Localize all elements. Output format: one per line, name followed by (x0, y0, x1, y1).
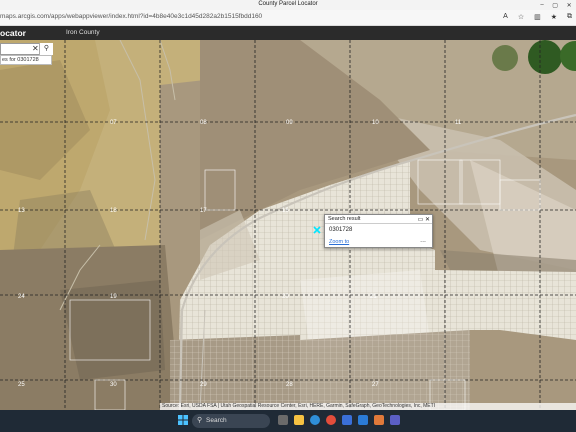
maximize-icon[interactable]: ▢ (552, 2, 558, 9)
section-label: 13 (18, 208, 25, 214)
map-attribution: Source: Esri, USDA FSA | Utah Geospatial… (160, 403, 576, 410)
section-label: 28 (286, 382, 293, 388)
section-label: 27 (372, 382, 379, 388)
favorites-icon[interactable]: ★ (551, 13, 557, 21)
search-result-popup: Search result ▭ ✕ 0301728 Zoom to ... (324, 214, 433, 248)
mail-icon[interactable] (358, 415, 368, 425)
popup-controls: ▭ ✕ (418, 216, 430, 223)
search-button[interactable]: ⚲ (39, 43, 53, 55)
teams-icon[interactable] (390, 415, 400, 425)
browser-toolbar-icons: A ☆ ▥ ★ ⧉ (503, 13, 572, 21)
section-label: 19 (110, 294, 117, 300)
zoom-to-link[interactable]: Zoom to (329, 239, 349, 245)
popup-title: Search result (328, 216, 361, 222)
read-aloud-icon[interactable]: A (503, 13, 508, 21)
split-screen-icon[interactable]: ▥ (534, 13, 541, 21)
app-icon[interactable] (374, 415, 384, 425)
section-label: 08 (200, 120, 207, 126)
taskbar-search[interactable]: ⚲ Search (192, 414, 270, 428)
address-bar[interactable]: maps.arcgis.com/apps/webappviewer/index.… (0, 10, 576, 26)
clear-search-icon[interactable]: ✕ (32, 44, 39, 53)
favorite-icon[interactable]: ☆ (518, 13, 524, 21)
search-icon: ⚲ (197, 417, 203, 424)
close-icon[interactable]: ✕ (567, 2, 572, 9)
county-subtitle: Iron County (66, 29, 100, 36)
result-marker[interactable] (313, 226, 321, 234)
store-icon[interactable] (342, 415, 352, 425)
popup-value: 0301728 (329, 227, 353, 233)
crop-circle (528, 40, 562, 74)
search-suggestion[interactable]: es for 0301728 (0, 55, 52, 65)
section-label: 07 (110, 120, 117, 126)
section-label: 20 (282, 294, 289, 300)
search-icon: ⚲ (43, 45, 50, 52)
browser-title-bar: County Parcel Locator – ▢ ✕ (0, 0, 576, 10)
url-text[interactable]: maps.arcgis.com/apps/webappviewer/index.… (0, 13, 262, 20)
app-title: ocator (0, 28, 26, 38)
minimize-icon[interactable]: – (540, 2, 543, 8)
search-input[interactable]: ✕ ⚲ (0, 43, 53, 55)
section-label: 18 (110, 208, 117, 214)
section-label: 09 (286, 120, 293, 126)
windows-start-icon[interactable] (178, 415, 188, 425)
popup-header: Search result ▭ ✕ (325, 215, 432, 224)
section-label: 21 (370, 294, 377, 300)
more-actions-button[interactable]: ... (420, 237, 426, 244)
app-header: ocator Iron County (0, 26, 576, 40)
close-popup-icon[interactable]: ✕ (425, 217, 430, 223)
collections-icon[interactable]: ⧉ (567, 13, 572, 21)
window-controls: – ▢ ✕ (536, 0, 576, 10)
satellite-map[interactable]: 07 08 09 10 11 13 18 17 16 24 19 20 21 2… (0, 40, 576, 410)
map-view[interactable]: 07 08 09 10 11 13 18 17 16 24 19 20 21 2… (0, 40, 576, 410)
file-explorer-icon[interactable] (294, 415, 304, 425)
windows-taskbar: ⚲ Search (0, 410, 576, 432)
edge-icon[interactable] (310, 415, 320, 425)
section-label: 17 (200, 208, 207, 214)
section-label: 10 (372, 120, 379, 126)
taskbar-search-label: Search (206, 417, 227, 424)
section-label: 25 (18, 382, 25, 388)
section-label: 11 (455, 120, 462, 126)
section-label: 29 (200, 382, 207, 388)
task-view-icon[interactable] (278, 415, 288, 425)
dock-icon[interactable]: ▭ (418, 217, 424, 223)
section-label: 24 (18, 294, 25, 300)
section-label: 16 (282, 208, 289, 214)
window-title: County Parcel Locator (258, 1, 318, 7)
section-label: 30 (110, 382, 117, 388)
chrome-icon[interactable] (326, 415, 336, 425)
